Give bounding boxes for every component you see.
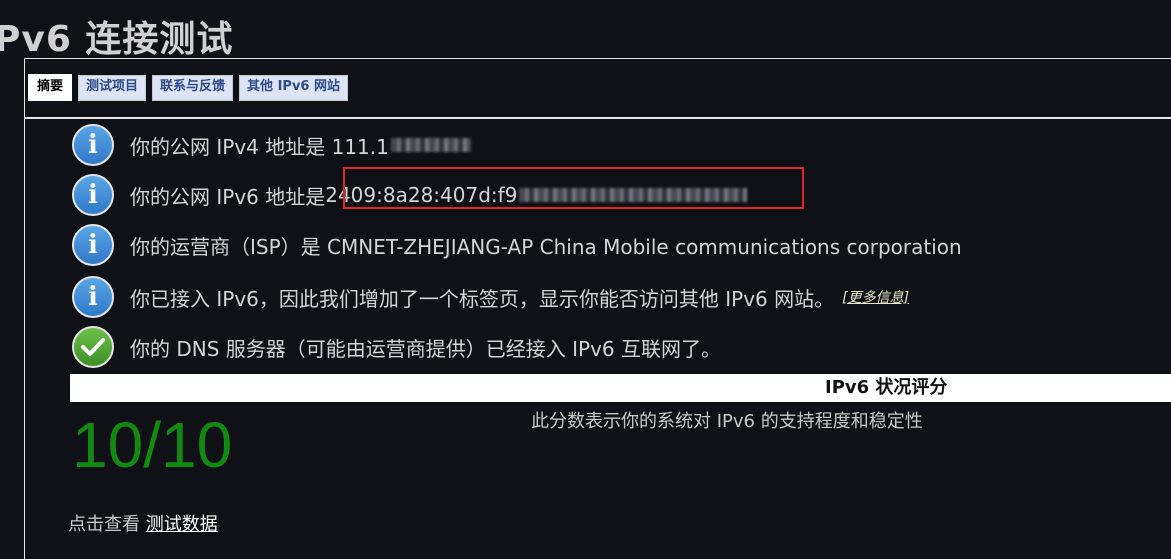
tab-notice-text: 你已接入 IPv6，因此我们增加了一个标签页，显示你能否访问其他 IPv6 网站… <box>130 286 835 311</box>
tab-bar: 摘要 测试项目 联系与反馈 其他 IPv6 网站 <box>28 74 348 101</box>
tab-contact-feedback[interactable]: 联系与反馈 <box>152 75 234 101</box>
footer-prefix: 点击查看 <box>68 514 146 535</box>
ipv4-text: 你的公网 IPv4 地址是 111.1 <box>130 134 389 159</box>
ipv4-row: i 你的公网 IPv4 地址是 111.1 <box>72 124 471 166</box>
info-icon: i <box>72 124 114 166</box>
info-icon: i <box>72 276 114 318</box>
checkmark-icon <box>72 326 114 368</box>
tab-divider <box>24 117 1171 119</box>
ipv6-label: 你的公网 IPv6 地址是 <box>130 184 326 209</box>
score-value: 10/10 <box>72 409 233 481</box>
score-header-bar <box>70 374 1171 402</box>
page-title: Pv6 连接测试 <box>0 19 234 60</box>
tab-notice-row: i 你已接入 IPv6，因此我们增加了一个标签页，显示你能否访问其他 IPv6 … <box>72 276 909 318</box>
more-info-link[interactable]: [更多信息] <box>842 287 909 307</box>
isp-text: 你的运营商（ISP）是 CMNET-ZHEJIANG-AP China Mobi… <box>130 234 962 259</box>
score-description: 此分数表示你的系统对 IPv6 的支持程度和稳定性 <box>531 411 923 432</box>
dns-text: 你的 DNS 服务器（可能由运营商提供）已经接入 IPv6 互联网了。 <box>130 336 722 361</box>
info-icon: i <box>72 224 114 266</box>
tab-test-items[interactable]: 测试项目 <box>78 75 147 101</box>
score-title: IPv6 状况评分 <box>825 377 948 398</box>
tab-other-ipv6-sites[interactable]: 其他 IPv6 网站 <box>239 75 348 101</box>
isp-row: i 你的运营商（ISP）是 CMNET-ZHEJIANG-AP China Mo… <box>72 224 962 266</box>
info-icon: i <box>72 174 114 216</box>
redacted-blur <box>390 138 471 152</box>
dns-row: 你的 DNS 服务器（可能由运营商提供）已经接入 IPv6 互联网了。 <box>72 326 721 368</box>
highlight-box <box>343 167 804 209</box>
tab-summary[interactable]: 摘要 <box>28 74 73 101</box>
test-data-link[interactable]: 测试数据 <box>146 514 218 535</box>
footer: 点击查看 测试数据 <box>68 510 218 536</box>
